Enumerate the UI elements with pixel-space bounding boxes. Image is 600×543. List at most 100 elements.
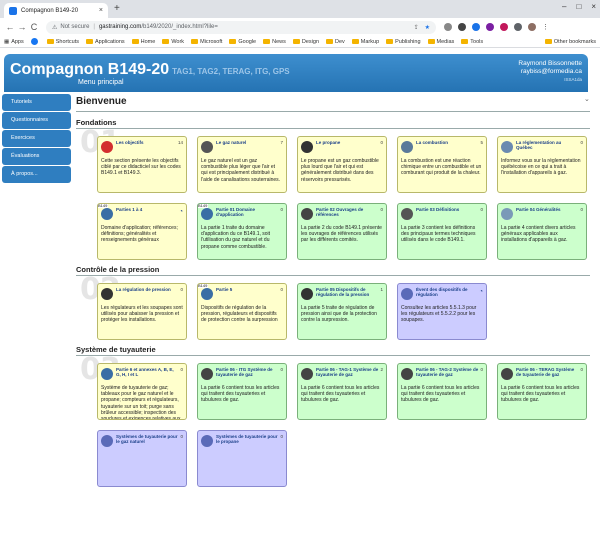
card-title[interactable]: Les objectifs	[116, 140, 176, 145]
topic-card[interactable]: La réglementation au Québec 0 Informez vou…	[497, 136, 587, 193]
topic-card[interactable]: Les objectifs 14 Cette section présente le…	[97, 136, 187, 193]
profile-avatar[interactable]	[528, 23, 536, 31]
topic-card[interactable]: Le propane 0 Le propane est un gaz combust…	[297, 136, 387, 193]
sidebar-item-a-propos[interactable]: À propos...	[2, 166, 71, 183]
bookmark-folder[interactable]: Design	[292, 39, 319, 45]
topic-card[interactable]: Partie 04 Généralités 0 La partie 4 contie…	[497, 203, 587, 260]
card-grid: La régulation de pression 0 Les régulateur…	[76, 276, 590, 340]
bookmark-folder[interactable]: Shortcuts	[46, 39, 79, 45]
extension-icon[interactable]	[458, 23, 466, 31]
reload-icon[interactable]: C	[28, 22, 40, 32]
app-subtitle: Menu principal	[78, 79, 124, 86]
address-bar[interactable]: ⚠ Not secure | gastraining.com /b149/202…	[46, 20, 436, 34]
bookmark-star-icon[interactable]: ★	[425, 24, 430, 31]
card-title[interactable]: Partie 01 Domaine d'application	[216, 207, 278, 217]
card-count: 0	[380, 140, 383, 145]
card-title[interactable]: Évent des dispositifs de régulation	[416, 287, 483, 297]
bookmark-folder[interactable]: Microsoft	[191, 39, 222, 45]
topic-card[interactable]: Partie 06 - ITG Système de tuyauterie de…	[197, 363, 287, 420]
sidebar: Tutoriels Questionnaires Exercices Évalu…	[2, 94, 71, 184]
card-title[interactable]: Partie 02 Ouvrages de références	[316, 207, 378, 217]
tab-close-icon[interactable]: ×	[99, 7, 103, 14]
bookmark-folder[interactable]: News	[263, 39, 286, 45]
topic-card[interactable]: Systèmes de tuyauterie pour le propane 0	[197, 430, 287, 487]
sidebar-item-tutoriels[interactable]: Tutoriels	[2, 94, 71, 111]
bookmark-apps[interactable]: ▦ Apps	[4, 39, 24, 45]
bookmark-folder[interactable]: Work	[162, 39, 184, 45]
topic-card[interactable]: B149 ◔ Parties 1 à 4 Domaine d'application;…	[97, 203, 187, 260]
minimize-icon[interactable]: –	[562, 2, 566, 11]
card-title[interactable]: Systèmes de tuyauterie pour le gaz natur…	[116, 434, 178, 444]
bookmark-folder[interactable]: Tools	[461, 39, 483, 45]
close-window-icon[interactable]: ×	[591, 2, 596, 11]
extension-icon[interactable]	[500, 23, 508, 31]
topic-card[interactable]: Partie 06 - TAG-2 Système de tuyauterie …	[397, 363, 487, 420]
topic-card[interactable]: Partie 06 - TAG-1 Système de tuyauterie …	[297, 363, 387, 420]
card-description: Les régulateurs et les soupapes sont uti…	[101, 305, 183, 324]
tab-title: Compagnon B149-20	[21, 7, 79, 14]
card-title[interactable]: La combustion	[416, 140, 478, 145]
card-title[interactable]: Partie 03 Définitions	[416, 207, 478, 212]
topic-card[interactable]: La combustion 5 La combustion est une réac…	[397, 136, 487, 193]
topic-card[interactable]: Partie 06 - TERAG Système de tuyauterie …	[497, 363, 587, 420]
menu-kebab-icon[interactable]: ⋮	[542, 23, 549, 31]
topic-icon	[401, 208, 413, 220]
app-header: Compagnon B149-20 TAG1, TAG2, TERAG, ITG,…	[4, 54, 588, 92]
page-content: Compagnon B149-20 TAG1, TAG2, TERAG, ITG,…	[0, 48, 600, 543]
card-title[interactable]: Systèmes de tuyauterie pour le propane	[216, 434, 278, 444]
forward-icon[interactable]: →	[16, 22, 28, 32]
other-bookmarks[interactable]: Other bookmarks	[544, 39, 596, 45]
extension-icon[interactable]	[486, 23, 494, 31]
topic-card[interactable]: B149 Partie 01 Domaine d'application 0 La p…	[197, 203, 287, 260]
card-title[interactable]: Le propane	[316, 140, 378, 145]
topic-card[interactable]: Partie 05 Dispositifs de régulation de l…	[297, 283, 387, 340]
card-count: 0	[280, 287, 283, 292]
bookmark-facebook[interactable]	[30, 38, 40, 45]
card-title[interactable]: Partie 06 - TAG-1 Système de tuyauterie …	[316, 367, 378, 377]
card-description: Système de tuyauterie de gaz; tableaux p…	[101, 385, 181, 420]
card-description: Domaine d'application; références; défin…	[101, 225, 178, 244]
sidebar-item-evaluations[interactable]: Évaluations	[2, 148, 71, 165]
topic-card[interactable]: Le gaz naturel 7 Le gaz naturel est un gaz…	[197, 136, 287, 193]
bookmark-folder[interactable]: Dev	[326, 39, 345, 45]
bookmark-folder[interactable]: Publishing	[386, 39, 421, 45]
bookmark-folder[interactable]: Home	[131, 39, 155, 45]
topic-card[interactable]: Partie 02 Ouvrages de références 0 La part…	[297, 203, 387, 260]
bookmark-folder[interactable]: Google	[229, 39, 256, 45]
card-title[interactable]: Partie 06 - TAG-2 Système de tuyauterie …	[416, 367, 478, 377]
card-title[interactable]: Partie 06 - ITG Système de tuyauterie de…	[216, 367, 278, 377]
security-label: Not secure	[60, 24, 90, 30]
card-title[interactable]: Partie 05 Dispositifs de régulation de l…	[316, 287, 378, 297]
topic-card[interactable]: Partie 03 Définitions 0 La partie 3 contie…	[397, 203, 487, 260]
topic-card[interactable]: ◔ Évent des dispositifs de régulation Cons…	[397, 283, 487, 340]
card-title[interactable]: Partie 04 Généralités	[516, 207, 578, 212]
new-tab-button[interactable]: +	[114, 3, 120, 14]
bookmark-folder[interactable]: Medias	[427, 39, 454, 45]
extension-icon[interactable]	[472, 23, 480, 31]
bookmark-folder[interactable]: Applications	[85, 39, 125, 45]
card-description: La partie 6 contient tous les articles q…	[501, 385, 580, 404]
topic-card[interactable]: Partie 6 et annexes A, B, E, G, H, I et …	[97, 363, 187, 420]
card-title[interactable]: Partie 5	[216, 287, 278, 292]
card-title[interactable]: Le gaz naturel	[216, 140, 278, 145]
sidebar-item-questionnaires[interactable]: Questionnaires	[2, 112, 71, 129]
card-title[interactable]: Partie 06 - TERAG Système de tuyauterie …	[516, 367, 578, 377]
card-title[interactable]: Partie 6 et annexes A, B, E, G, H, I et …	[116, 367, 178, 377]
maximize-icon[interactable]: □	[576, 2, 581, 11]
warning-icon[interactable]: ⚠	[52, 24, 57, 31]
extension-icon[interactable]	[444, 23, 452, 31]
share-icon[interactable]: ⇪	[414, 24, 419, 31]
topic-card[interactable]: Systèmes de tuyauterie pour le gaz natur…	[97, 430, 187, 487]
browser-tab[interactable]: Compagnon B149-20 ×	[4, 3, 108, 18]
puzzle-icon[interactable]	[514, 23, 522, 31]
card-title[interactable]: La réglementation au Québec	[516, 140, 578, 150]
bookmark-folder[interactable]: Markup	[351, 39, 379, 45]
topic-card[interactable]: La régulation de pression 0 Les régulateur…	[97, 283, 187, 340]
topic-icon	[301, 208, 313, 220]
card-count: 1	[380, 287, 383, 292]
back-icon[interactable]: ←	[4, 22, 16, 32]
card-title[interactable]: La régulation de pression	[116, 287, 178, 292]
topic-card[interactable]: B149 Partie 5 0 Dispositifs de régulation d…	[197, 283, 287, 340]
sidebar-item-exercices[interactable]: Exercices	[2, 130, 71, 147]
card-title[interactable]: Parties 1 à 4	[116, 207, 183, 212]
